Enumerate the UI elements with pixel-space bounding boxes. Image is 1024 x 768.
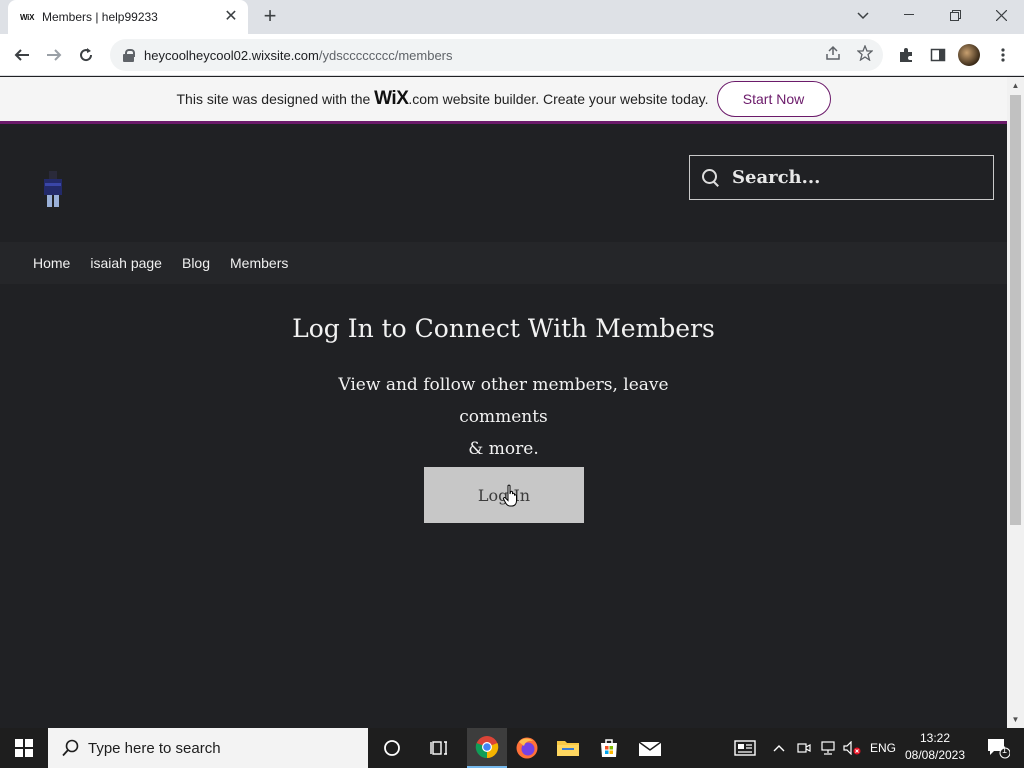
windows-start-icon[interactable] xyxy=(0,728,48,768)
file-explorer-icon[interactable] xyxy=(548,728,588,768)
close-window-button[interactable] xyxy=(978,0,1024,30)
lock-icon[interactable] xyxy=(122,48,136,62)
banner-text: This site was designed with the WiX.com … xyxy=(177,88,709,110)
taskbar-search-box[interactable]: Type here to search xyxy=(48,728,368,768)
site-search-input[interactable]: Search... xyxy=(689,155,994,200)
more-menu-icon[interactable] xyxy=(993,45,1013,65)
news-widget-icon[interactable] xyxy=(725,728,765,768)
share-icon[interactable] xyxy=(825,45,841,64)
url-text: heycoolheycool02.wixsite.com/ydscccccccc… xyxy=(144,48,453,63)
page-subtitle: View and follow other members, leave com… xyxy=(300,369,707,465)
language-indicator[interactable]: ENG xyxy=(870,741,896,755)
nav-home[interactable]: Home xyxy=(33,255,70,271)
chrome-taskbar-icon[interactable] xyxy=(467,728,507,768)
subtitle-line-1: View and follow other members, leave com… xyxy=(338,375,669,427)
browser-tab-active[interactable]: WiX Members | help99233 ✕ xyxy=(8,0,248,34)
wix-favicon-icon: WiX xyxy=(20,12,35,22)
page-title: Log In to Connect With Members xyxy=(292,314,715,343)
site-logo-avatar[interactable] xyxy=(38,169,68,211)
restore-button[interactable] xyxy=(932,0,978,30)
address-bar[interactable]: heycoolheycool02.wixsite.com/ydscccccccc… xyxy=(110,39,883,71)
extensions-puzzle-icon[interactable] xyxy=(896,45,916,65)
nav-isaiah-page[interactable]: isaiah page xyxy=(90,255,162,271)
tab-search-chevron-icon[interactable] xyxy=(850,4,876,28)
notification-center-icon[interactable]: 1 xyxy=(978,728,1018,768)
clock-date: 08/08/2023 xyxy=(904,748,966,762)
page-scrollbar[interactable]: ▲ ▼ xyxy=(1007,77,1024,728)
search-placeholder: Search... xyxy=(732,167,821,188)
volume-muted-icon[interactable] xyxy=(840,728,864,768)
window-controls xyxy=(886,0,1024,34)
search-icon xyxy=(702,168,720,187)
bookmark-star-icon[interactable] xyxy=(856,44,874,64)
firefox-taskbar-icon[interactable] xyxy=(507,728,547,768)
windows-taskbar: Type here to search ENG 13:22 08/08/2023 xyxy=(0,728,1024,768)
notification-count: 1 xyxy=(1002,745,1008,755)
taskbar-clock[interactable]: 13:22 08/08/2023 xyxy=(900,730,970,764)
url-path: /ydscccccccc/members xyxy=(318,47,453,63)
reload-icon[interactable] xyxy=(72,41,100,69)
nav-blog[interactable]: Blog xyxy=(182,255,210,271)
wix-logo: WiX xyxy=(374,88,409,109)
task-view-icon[interactable] xyxy=(420,728,460,768)
site-header: Search... xyxy=(0,127,1007,242)
tab-close-icon[interactable]: ✕ xyxy=(222,9,240,25)
back-arrow-icon[interactable] xyxy=(8,41,36,69)
scroll-down-arrow-icon[interactable]: ▼ xyxy=(1007,711,1024,728)
network-icon[interactable] xyxy=(816,728,840,768)
tray-chevron-up-icon[interactable] xyxy=(764,728,794,768)
microsoft-store-icon[interactable] xyxy=(589,728,629,768)
start-now-button[interactable]: Start Now xyxy=(716,81,831,117)
scroll-thumb[interactable] xyxy=(1010,95,1021,525)
page-viewport: This site was designed with the WiX.com … xyxy=(0,77,1007,728)
subtitle-line-2: & more. xyxy=(468,439,539,459)
profile-avatar[interactable] xyxy=(958,44,980,66)
banner-text-after: .com website builder. Create your websit… xyxy=(408,91,709,107)
new-tab-button[interactable]: + xyxy=(258,5,282,29)
clock-time: 13:22 xyxy=(919,731,951,745)
site-nav: Home isaiah page Blog Members xyxy=(0,242,1007,284)
taskbar-search-icon xyxy=(62,739,79,757)
scroll-up-arrow-icon[interactable]: ▲ xyxy=(1007,77,1024,94)
cortana-icon[interactable] xyxy=(372,728,412,768)
forward-arrow-icon[interactable] xyxy=(40,41,68,69)
url-host: heycoolheycool02.wixsite.com xyxy=(144,47,319,63)
nav-members[interactable]: Members xyxy=(230,255,288,271)
wix-ad-banner: This site was designed with the WiX.com … xyxy=(0,77,1007,124)
tab-strip: WiX Members | help99233 ✕ + xyxy=(0,0,1024,34)
hand-cursor-icon xyxy=(502,484,517,507)
mail-icon[interactable] xyxy=(630,728,670,768)
browser-toolbar: heycoolheycool02.wixsite.com/ydscccccccc… xyxy=(0,34,1024,76)
meet-now-icon[interactable] xyxy=(792,728,816,768)
taskbar-search-placeholder: Type here to search xyxy=(88,739,221,757)
tab-title: Members | help99233 xyxy=(42,10,158,24)
minimize-button[interactable] xyxy=(886,0,932,30)
side-panel-icon[interactable] xyxy=(928,45,948,65)
banner-text-before: This site was designed with the xyxy=(176,91,371,107)
